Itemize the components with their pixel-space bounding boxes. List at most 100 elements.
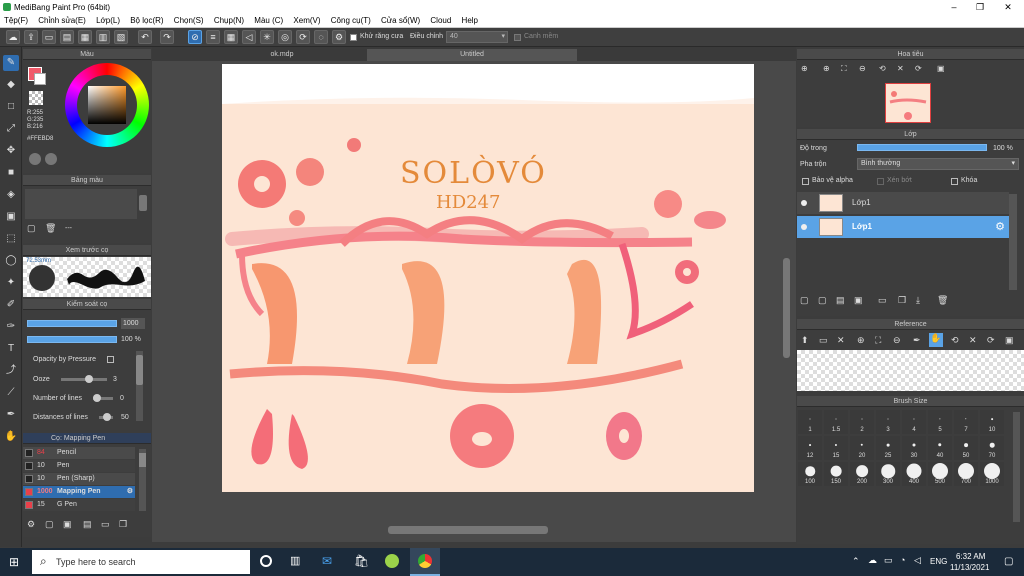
merge-layer-icon[interactable]: ⤓ bbox=[916, 295, 920, 306]
network-icon[interactable]: ☁ bbox=[868, 555, 877, 566]
brush-size-value[interactable]: 1000 bbox=[121, 318, 145, 329]
hand-tool-icon[interactable]: ✋ bbox=[3, 429, 19, 445]
brush-control-scrollbar[interactable] bbox=[136, 351, 143, 421]
ref-fit-icon[interactable]: ⛶ bbox=[875, 335, 881, 346]
divide-tool-icon[interactable]: ⟋ bbox=[3, 385, 19, 401]
tab-ok-mdp[interactable]: ok.mdp bbox=[182, 49, 382, 61]
ref-eyedropper-icon[interactable]: ✒ bbox=[913, 335, 921, 346]
adjust-dropdown[interactable]: 40 ▾ bbox=[446, 31, 508, 43]
brush-size-option[interactable]: 40 bbox=[928, 436, 952, 460]
brush-size-option[interactable]: 12 bbox=[798, 436, 822, 460]
protect-alpha-checkbox[interactable] bbox=[802, 178, 809, 185]
document-icon[interactable]: ▧ bbox=[114, 30, 128, 44]
menu-help[interactable]: Help bbox=[458, 14, 482, 25]
transparent-color-swatch[interactable] bbox=[29, 91, 43, 105]
circle-snap-icon[interactable]: ◎ bbox=[278, 30, 292, 44]
eye-icon[interactable] bbox=[801, 200, 807, 206]
drawing-canvas[interactable]: SOLÒVÓ HD247 bbox=[222, 64, 754, 492]
menu-snap[interactable]: Chụp(N) bbox=[210, 14, 248, 25]
brush-size-slider[interactable] bbox=[27, 320, 117, 327]
layer-menu-icon[interactable]: ▣ bbox=[854, 295, 863, 306]
text-tool-icon[interactable]: T bbox=[3, 341, 19, 357]
copy-brush-icon[interactable]: ▢ bbox=[45, 519, 54, 530]
ref-zoom-out-icon[interactable]: ⊖ bbox=[893, 335, 901, 346]
magic-wand-tool-icon[interactable]: ✦ bbox=[3, 275, 19, 291]
color-wheel[interactable] bbox=[65, 63, 149, 147]
blend-mode-dropdown[interactable]: Bình thường ▾ bbox=[857, 158, 1019, 170]
brush-size-option[interactable]: 10 bbox=[980, 410, 1004, 434]
zoom-in-icon[interactable]: ⊕ bbox=[801, 64, 813, 76]
navigator-thumbnail[interactable] bbox=[885, 83, 931, 123]
lines-slider-handle[interactable] bbox=[93, 394, 101, 402]
shape-fill-tool-icon[interactable]: ■ bbox=[3, 165, 19, 181]
brush-size-option[interactable]: 1 bbox=[798, 410, 822, 434]
ref-rotate-right-icon[interactable]: ⟳ bbox=[987, 335, 995, 346]
opacity-pressure-checkbox[interactable] bbox=[107, 356, 114, 363]
grid-snap-icon[interactable]: ▦ bbox=[224, 30, 238, 44]
close-reference-icon[interactable]: ✕ bbox=[837, 335, 845, 346]
brush-menu-icon[interactable]: ▣ bbox=[63, 519, 72, 530]
parallel-snap-icon[interactable]: ≡ bbox=[206, 30, 220, 44]
rotate-right-icon[interactable]: ⟳ bbox=[915, 64, 927, 76]
view-settings-icon[interactable]: ▣ bbox=[937, 64, 949, 76]
clock-time[interactable]: 6:32 AM bbox=[956, 552, 985, 561]
flip-icon[interactable]: ✕ bbox=[897, 64, 909, 76]
wifi-icon[interactable]: ◔ bbox=[900, 555, 905, 565]
eyedropper-tool-icon[interactable]: ✒ bbox=[3, 407, 19, 423]
halftone-layer-icon[interactable]: ▤ bbox=[836, 295, 845, 306]
notification-icon[interactable]: ▢ bbox=[1004, 556, 1013, 567]
brush-size-option[interactable]: 2 bbox=[850, 410, 874, 434]
menu-filter[interactable]: Bộ lọc(R) bbox=[126, 14, 167, 25]
blur-tool-icon[interactable]: ⤢ bbox=[3, 121, 19, 137]
brush-size-option[interactable]: 500 bbox=[928, 462, 952, 486]
language-indicator[interactable]: ENG bbox=[930, 557, 947, 566]
menu-edit[interactable]: Chỉnh sửa(E) bbox=[34, 14, 90, 25]
search-box[interactable]: ⌕ Type here to search bbox=[32, 550, 250, 574]
operation-tool-icon[interactable]: ⤴ bbox=[3, 363, 19, 379]
select-eraser-tool-icon[interactable]: ✑ bbox=[3, 319, 19, 335]
bucket-tool-icon[interactable]: ◈ bbox=[3, 187, 19, 203]
brush-window-icon[interactable]: ❐ bbox=[119, 519, 127, 530]
layer-folder-icon[interactable]: ▭ bbox=[878, 295, 887, 306]
ref-flip-icon[interactable]: ✕ bbox=[969, 335, 977, 346]
distance-slider[interactable] bbox=[99, 413, 113, 421]
clock-date[interactable]: 11/13/2021 bbox=[950, 563, 989, 572]
close-button[interactable]: ✕ bbox=[994, 1, 1022, 13]
brush-size-option[interactable]: 200 bbox=[850, 462, 874, 486]
chat-icon[interactable]: ▤ bbox=[60, 30, 74, 44]
delete-palette-icon[interactable]: 🗑 bbox=[45, 223, 57, 235]
brush-size-option[interactable]: 50 bbox=[954, 436, 978, 460]
brush-opacity-slider[interactable] bbox=[27, 336, 117, 343]
brush-size-option[interactable]: 3 bbox=[876, 410, 900, 434]
duplicate-layer-icon[interactable]: ❐ bbox=[898, 295, 906, 306]
reference-area[interactable] bbox=[797, 350, 1024, 391]
brush-list-scrollbar-thumb[interactable] bbox=[139, 453, 146, 467]
menu-view[interactable]: Xem(V) bbox=[289, 14, 324, 25]
menu-color[interactable]: Màu (C) bbox=[250, 14, 287, 25]
open-reference-icon[interactable]: ▭ bbox=[819, 335, 828, 346]
medibang-taskbar-icon[interactable] bbox=[385, 554, 399, 568]
menu-cloud[interactable]: Cloud bbox=[426, 14, 455, 25]
upload-icon[interactable]: ⇪ bbox=[24, 30, 38, 44]
brush-size-option[interactable]: 300 bbox=[876, 462, 900, 486]
menu-window[interactable]: Cửa sổ(W) bbox=[377, 14, 424, 25]
color-square[interactable] bbox=[88, 86, 126, 124]
brush-size-scrollbar[interactable] bbox=[1013, 412, 1020, 522]
no-snap-icon[interactable]: ⊘ bbox=[188, 30, 202, 44]
brush-size-option[interactable]: 25 bbox=[876, 436, 900, 460]
brush-size-option[interactable]: 7 bbox=[954, 410, 978, 434]
background-color-swatch[interactable] bbox=[34, 73, 46, 85]
brush-size-option[interactable]: 20 bbox=[850, 436, 874, 460]
brush-list-scrollbar[interactable] bbox=[139, 449, 146, 511]
minimize-button[interactable]: – bbox=[940, 1, 968, 13]
snap-soft-checkbox[interactable] bbox=[514, 34, 521, 41]
undo-icon[interactable]: ↶ bbox=[138, 30, 152, 44]
brush-size-option[interactable]: 1000 bbox=[980, 462, 1004, 486]
palette-scrollbar[interactable] bbox=[139, 195, 147, 211]
ref-hand-icon[interactable]: ✋ bbox=[929, 333, 943, 347]
ooze-slider-handle[interactable] bbox=[85, 375, 93, 383]
brush-size-option[interactable]: 5 bbox=[928, 410, 952, 434]
canvas-vertical-scrollbar[interactable] bbox=[783, 258, 790, 358]
zoom-out-icon[interactable]: ⊖ bbox=[859, 64, 871, 76]
brush-size-option[interactable]: 100 bbox=[798, 462, 822, 486]
